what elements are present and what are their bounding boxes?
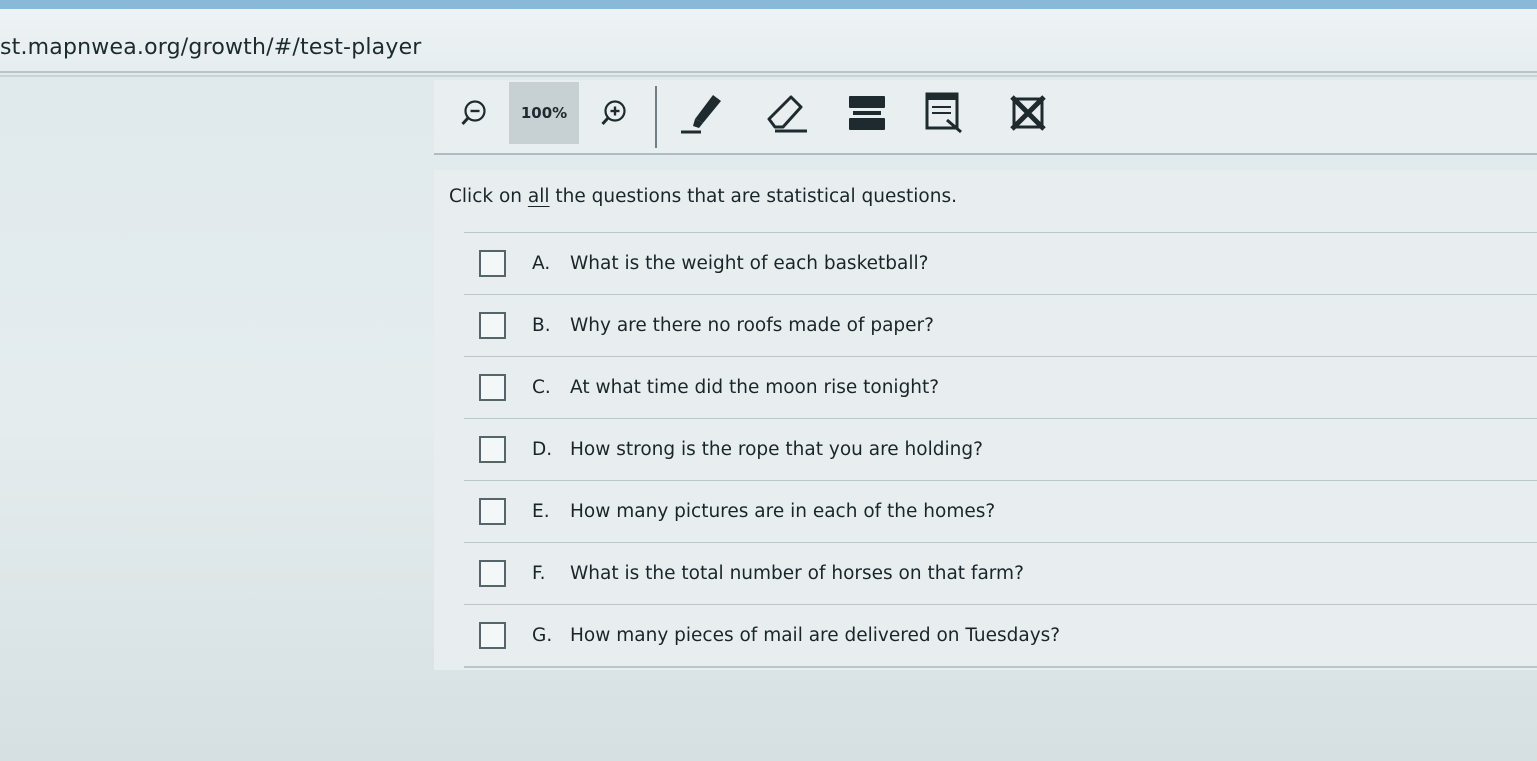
choice-b[interactable]: B. Why are there no roofs made of paper? xyxy=(464,294,1537,356)
line-reader-icon xyxy=(848,96,885,130)
choice-a[interactable]: A. What is the weight of each basketball… xyxy=(464,232,1537,294)
choice-d[interactable]: D. How strong is the rope that you are h… xyxy=(464,418,1537,480)
choice-text: What is the weight of each basketball? xyxy=(570,253,929,274)
highlighter-button[interactable] xyxy=(672,80,732,146)
choice-letter: G. xyxy=(532,625,553,646)
zoom-in-button[interactable] xyxy=(594,80,634,146)
checkbox[interactable] xyxy=(479,622,506,649)
browser-top-strip xyxy=(0,0,1537,9)
checkbox[interactable] xyxy=(479,250,506,277)
answer-eliminator-icon xyxy=(1009,95,1046,131)
test-toolbar: 100% xyxy=(434,80,1537,155)
choice-text: How many pictures are in each of the hom… xyxy=(570,501,996,522)
zoom-in-icon xyxy=(601,100,626,126)
choice-text: How strong is the rope that you are hold… xyxy=(570,439,983,460)
zoom-level: 100% xyxy=(509,82,579,144)
choice-g[interactable]: G. How many pieces of mail are delivered… xyxy=(464,604,1537,668)
choice-text: Why are there no roofs made of paper? xyxy=(570,315,934,336)
choice-letter: F. xyxy=(532,563,546,584)
divider xyxy=(0,75,1537,77)
eraser-icon xyxy=(767,95,807,133)
answer-eliminator-button[interactable] xyxy=(1000,80,1055,146)
checkbox[interactable] xyxy=(479,498,506,525)
notepad-icon xyxy=(925,92,962,134)
zoom-out-button[interactable] xyxy=(454,80,494,146)
checkbox[interactable] xyxy=(479,560,506,587)
choice-text: What is the total number of horses on th… xyxy=(570,563,1024,584)
choice-c[interactable]: C. At what time did the moon rise tonigh… xyxy=(464,356,1537,418)
prompt-text-before: Click on xyxy=(449,186,528,207)
eraser-button[interactable] xyxy=(756,80,816,146)
choice-letter: A. xyxy=(532,253,551,274)
choice-letter: B. xyxy=(532,315,551,336)
url-text[interactable]: st.mapnwea.org/growth/#/test-player xyxy=(0,35,422,60)
checkbox[interactable] xyxy=(479,436,506,463)
choice-e[interactable]: E. How many pictures are in each of the … xyxy=(464,480,1537,542)
notepad-button[interactable] xyxy=(916,80,976,146)
answer-choices: A. What is the weight of each basketball… xyxy=(464,232,1537,668)
choice-text: How many pieces of mail are delivered on… xyxy=(570,625,1061,646)
zoom-out-icon xyxy=(461,100,486,126)
choice-letter: D. xyxy=(532,439,553,460)
checkbox[interactable] xyxy=(479,374,506,401)
line-reader-button[interactable] xyxy=(839,80,894,146)
address-bar[interactable]: st.mapnwea.org/growth/#/test-player xyxy=(0,9,1537,73)
question-prompt: Click on all the questions that are stat… xyxy=(449,186,957,207)
checkbox[interactable] xyxy=(479,312,506,339)
prompt-emphasis: all xyxy=(527,186,550,207)
choice-letter: C. xyxy=(532,377,551,398)
highlighter-icon xyxy=(681,95,721,134)
prompt-text-after: the questions that are statistical quest… xyxy=(549,186,957,207)
toolbar-divider xyxy=(655,86,657,148)
choice-letter: E. xyxy=(532,501,550,522)
choice-text: At what time did the moon rise tonight? xyxy=(570,377,940,398)
choice-f[interactable]: F. What is the total number of horses on… xyxy=(464,542,1537,604)
